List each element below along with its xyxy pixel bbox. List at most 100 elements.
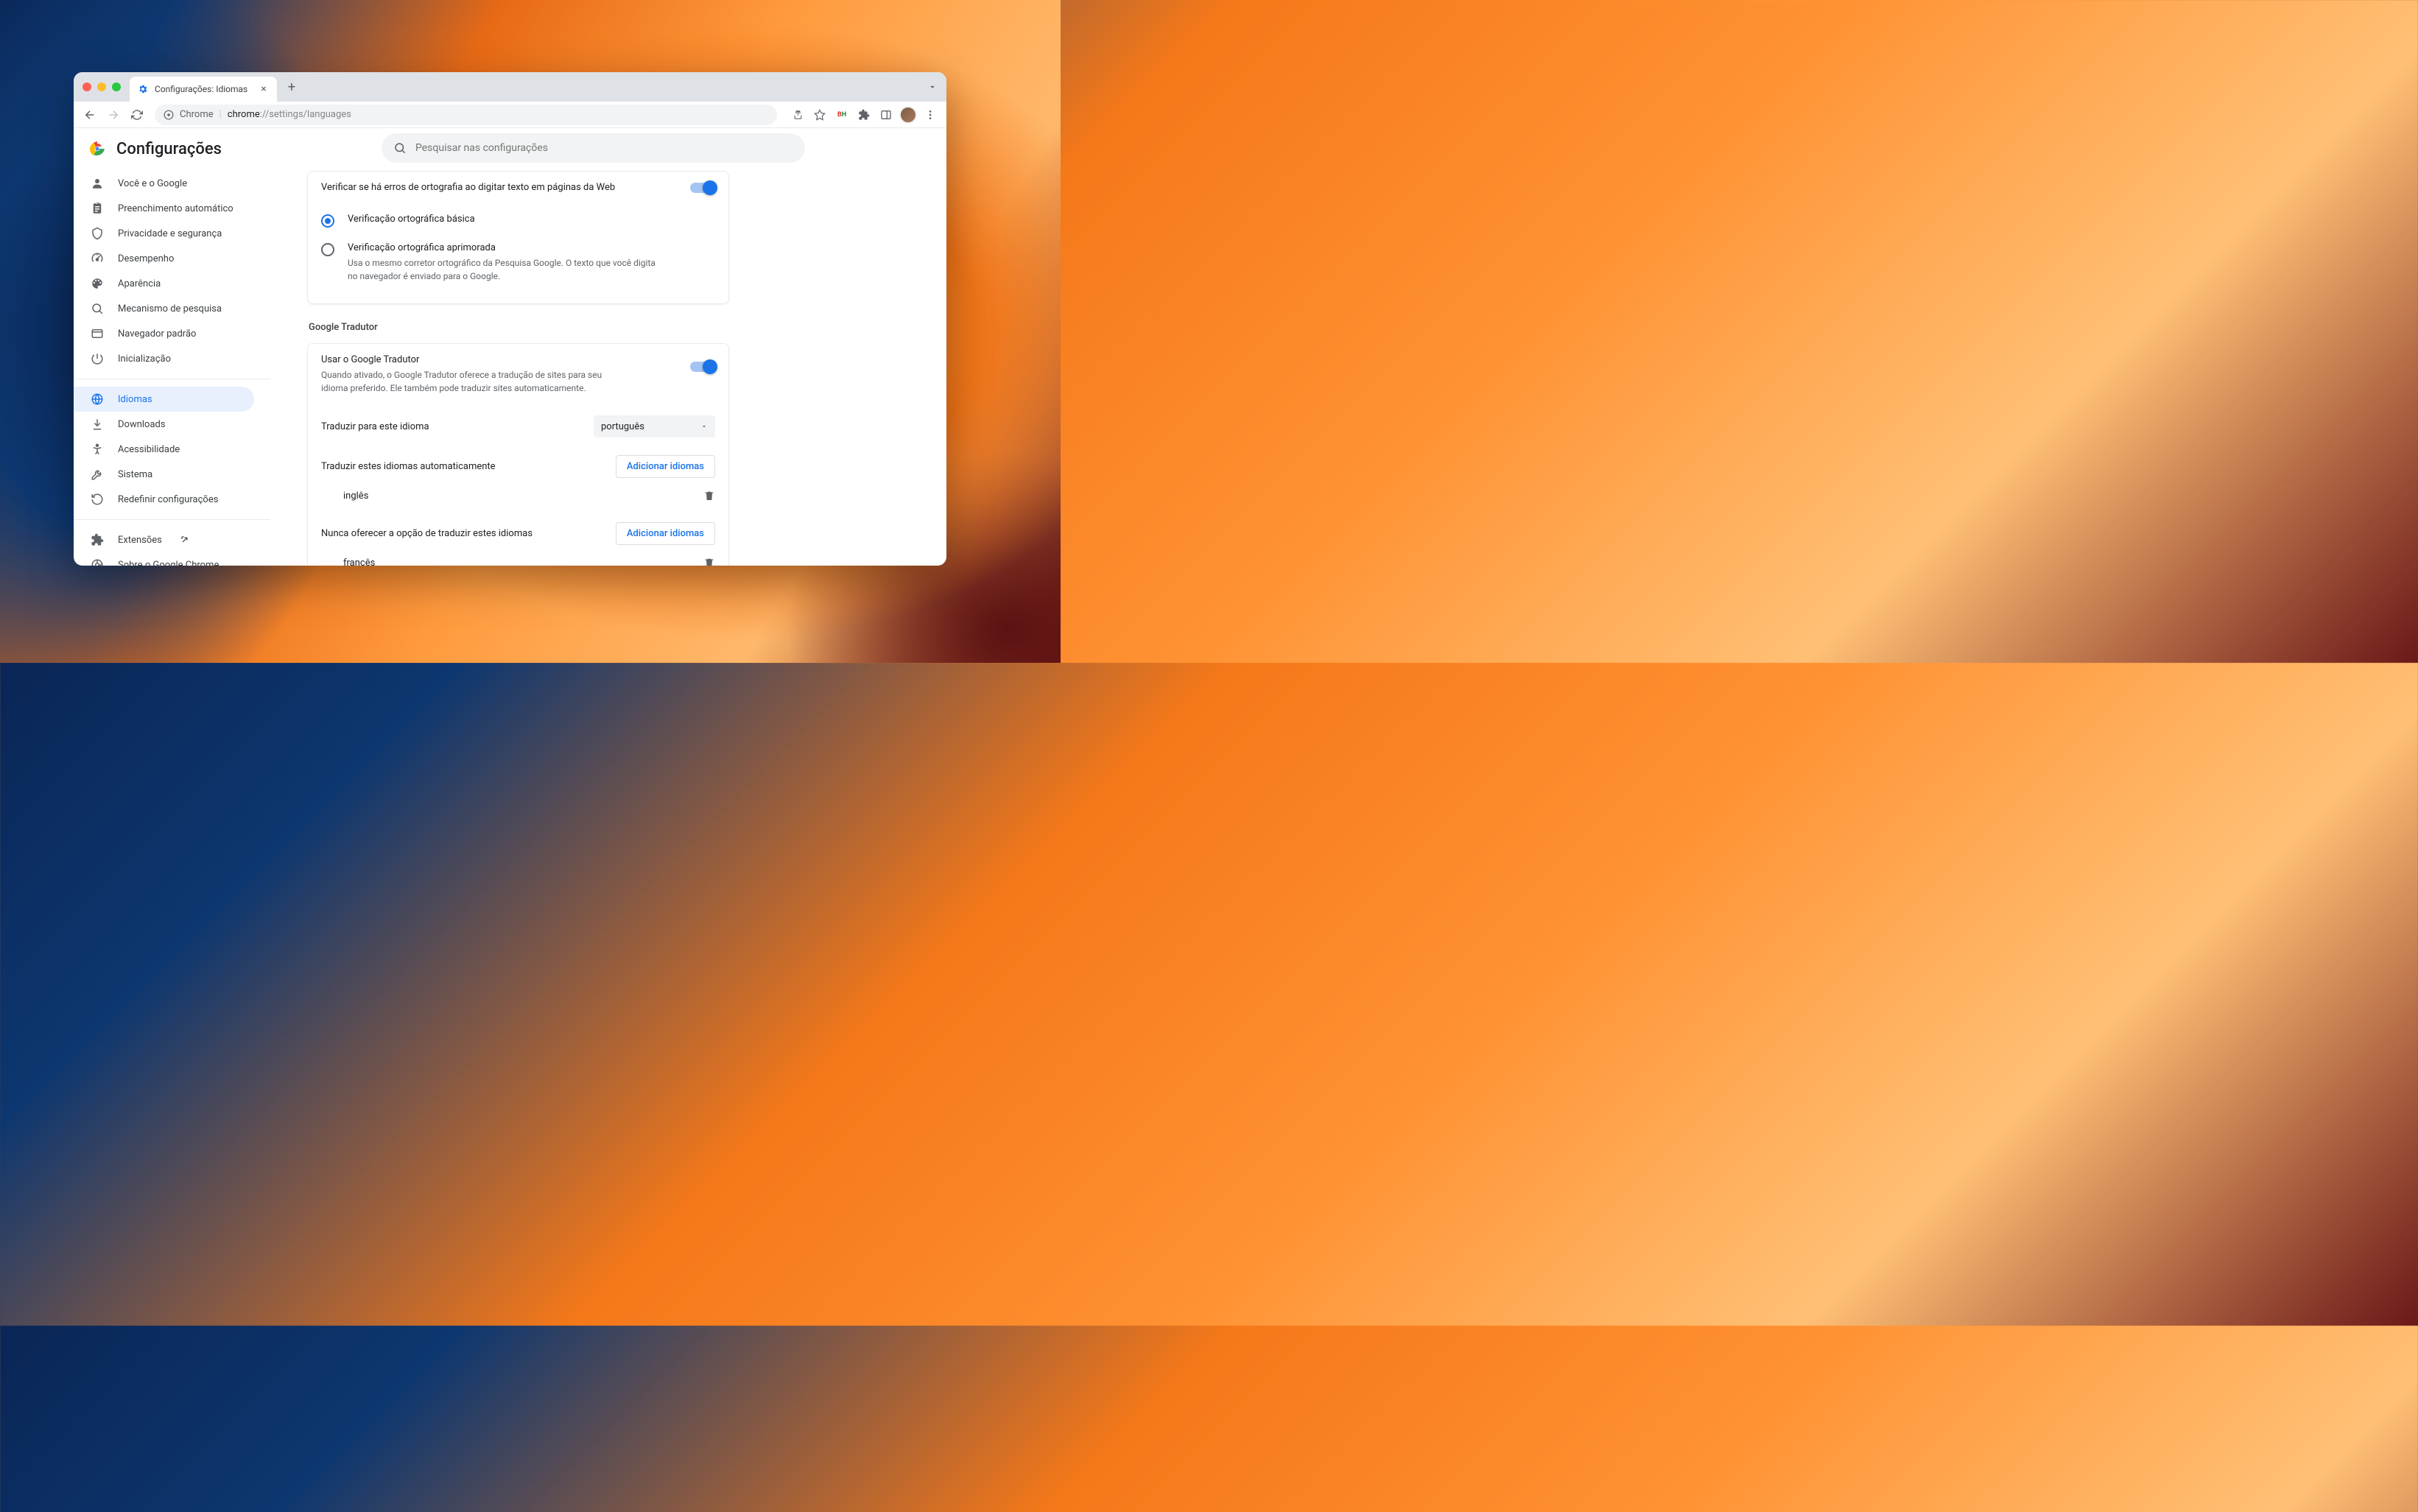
sidebar-item-extensions[interactable]: Extensões [74, 527, 254, 552]
translate-target-dropdown[interactable]: português [594, 415, 715, 437]
dropdown-value: português [601, 421, 644, 432]
language-label: francês [343, 558, 375, 566]
back-button[interactable] [80, 105, 100, 125]
tab-title: Configurações: Idiomas [155, 84, 252, 94]
palette-icon [90, 276, 105, 291]
sidebar-item-search-engine[interactable]: Mecanismo de pesquisa [74, 296, 254, 321]
sidebar-item-label: Acessibilidade [118, 444, 180, 455]
share-button[interactable] [787, 105, 808, 125]
toolbar: Chrome | chrome://settings/languages BH [74, 102, 946, 128]
extensions-button[interactable] [854, 105, 874, 125]
close-window-button[interactable] [82, 82, 91, 91]
sidebar-item-label: Mecanismo de pesquisa [118, 303, 222, 314]
chrome-icon [90, 558, 105, 566]
spellcheck-card: Verificar se há erros de ortografia ao d… [307, 171, 729, 304]
sidebar-item-downloads[interactable]: Downloads [74, 412, 254, 437]
language-label: inglês [343, 490, 368, 502]
browser-icon [90, 326, 105, 341]
translate-section-title: Google Tradutor [307, 322, 946, 333]
settings-content: Verificar se há erros de ortografia ao d… [270, 128, 946, 566]
power-icon [90, 351, 105, 366]
sidebar-item-label: Sobre o Google Chrome [118, 560, 219, 566]
external-link-icon [180, 535, 190, 545]
bookmark-button[interactable] [809, 105, 830, 125]
sidebar-item-reset[interactable]: Redefinir configurações [74, 487, 254, 512]
shield-icon [90, 226, 105, 241]
search-input[interactable] [415, 142, 793, 154]
sidebar-item-about[interactable]: Sobre o Google Chrome [74, 552, 254, 566]
auto-translate-title: Traduzir estes idiomas automaticamente [321, 461, 496, 472]
url-text: chrome://settings/languages [228, 109, 351, 120]
spellcheck-enhanced-radio[interactable] [321, 243, 334, 256]
sidebar-item-label: Downloads [118, 419, 166, 430]
clipboard-icon [90, 201, 105, 216]
spellcheck-basic-radio[interactable] [321, 214, 334, 228]
close-tab-button[interactable]: × [258, 83, 270, 95]
gear-icon [137, 83, 149, 95]
tab-strip: Configurações: Idiomas × + [74, 72, 946, 102]
spellcheck-basic-label: Verificação ortográfica básica [348, 214, 475, 225]
speed-icon [90, 251, 105, 266]
browser-window: Configurações: Idiomas × + Chrome | chro… [74, 72, 946, 566]
window-controls [82, 82, 121, 91]
spellcheck-enhanced-desc: Usa o mesmo corretor ortográfico da Pesq… [348, 256, 657, 283]
tabs-dropdown-button[interactable] [927, 82, 938, 92]
chevron-down-icon [700, 423, 708, 430]
extension-icon [90, 532, 105, 547]
search-icon [90, 301, 105, 316]
extension-bh-icon[interactable]: BH [832, 105, 852, 125]
person-icon [90, 176, 105, 191]
chrome-logo-icon [88, 140, 106, 158]
download-icon [90, 417, 105, 432]
omnibox-label: Chrome [180, 109, 214, 120]
sidebar-item-label: Idiomas [118, 394, 152, 405]
sidebar-item-label: Extensões [118, 535, 162, 546]
spellcheck-enhanced-label: Verificação ortográfica aprimorada [348, 242, 657, 253]
sidebar-item-label: Sistema [118, 469, 152, 480]
never-translate-title: Nunca oferecer a opção de traduzir estes… [321, 528, 533, 539]
sidebar-item-default-browser[interactable]: Navegador padrão [74, 321, 254, 346]
sidebar-item-appearance[interactable]: Aparência [74, 271, 254, 296]
translate-card: Usar o Google Tradutor Quando ativado, o… [307, 343, 729, 566]
sidebar-item-system[interactable]: Sistema [74, 462, 254, 487]
sidebar-item-you-and-google[interactable]: Você e o Google [74, 171, 254, 196]
sidebar: Você e o Google Preenchimento automático… [74, 128, 270, 566]
sidebar-item-performance[interactable]: Desempenho [74, 246, 254, 271]
sidebar-item-privacy[interactable]: Privacidade e segurança [74, 221, 254, 246]
settings-search[interactable] [382, 133, 805, 163]
search-icon [393, 141, 407, 155]
never-language-row: francês [308, 548, 728, 566]
sidebar-item-startup[interactable]: Inicialização [74, 346, 254, 371]
sidebar-item-autofill[interactable]: Preenchimento automático [74, 196, 254, 221]
forward-button[interactable] [103, 105, 124, 125]
auto-language-row: inglês [308, 481, 728, 510]
settings-header: Configurações [74, 140, 222, 158]
spellcheck-toggle[interactable] [690, 183, 715, 193]
sidebar-item-accessibility[interactable]: Acessibilidade [74, 437, 254, 462]
menu-button[interactable] [920, 105, 941, 125]
sidebar-item-label: Navegador padrão [118, 328, 196, 340]
use-translate-desc: Quando ativado, o Google Tradutor oferec… [321, 368, 630, 395]
sidebar-item-label: Você e o Google [118, 178, 187, 189]
reload-button[interactable] [127, 105, 147, 125]
sidebar-item-label: Desempenho [118, 253, 174, 264]
translate-target-label: Traduzir para este idioma [321, 421, 429, 432]
browser-tab[interactable]: Configurações: Idiomas × [130, 77, 277, 102]
add-never-language-button[interactable]: Adicionar idiomas [616, 522, 715, 545]
minimize-window-button[interactable] [97, 82, 106, 91]
wrench-icon [90, 467, 105, 482]
sidebar-separator [74, 519, 270, 520]
use-translate-toggle[interactable] [690, 362, 715, 372]
accessibility-icon [90, 442, 105, 457]
globe-icon [90, 392, 105, 407]
sidebar-item-languages[interactable]: Idiomas [74, 387, 254, 412]
maximize-window-button[interactable] [112, 82, 121, 91]
side-panel-button[interactable] [876, 105, 896, 125]
address-bar[interactable]: Chrome | chrome://settings/languages [155, 105, 777, 125]
profile-avatar[interactable] [898, 105, 918, 125]
add-auto-language-button[interactable]: Adicionar idiomas [616, 455, 715, 478]
new-tab-button[interactable]: + [281, 77, 302, 97]
delete-icon[interactable] [703, 490, 715, 502]
delete-icon[interactable] [703, 557, 715, 566]
site-info-icon[interactable] [164, 110, 174, 120]
